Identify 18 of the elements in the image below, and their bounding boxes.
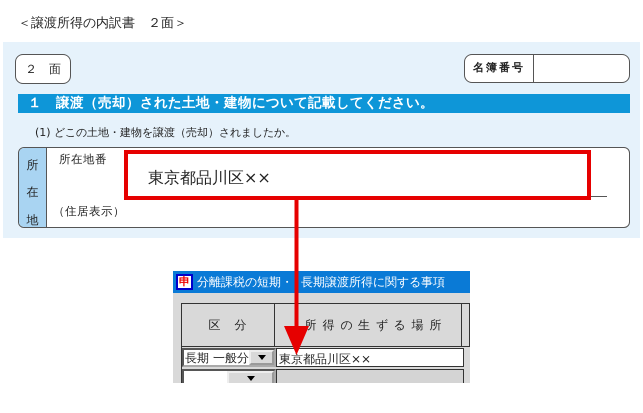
address-label: （住居表示）: [53, 202, 126, 220]
category-select[interactable]: [182, 369, 276, 383]
place-field[interactable]: 東京都品川区××: [276, 348, 464, 367]
page-number-box: ２ 面: [15, 54, 71, 84]
dropdown-arrow-icon: [247, 376, 255, 381]
lot-label: 所在地番: [59, 150, 108, 168]
register-label: 名簿番号: [465, 55, 534, 82]
category-select[interactable]: 長期 一般分: [182, 348, 276, 367]
question-text: (1) どこの土地・建物を譲渡（売却）されましたか。: [35, 125, 298, 141]
callout-text: 東京都品川区××: [148, 168, 271, 187]
column-header: 区 分: [182, 304, 275, 347]
location-label: 所在地: [26, 156, 38, 226]
window-title: 長期譲渡所得に関する事項: [301, 274, 445, 291]
app-icon: 申: [176, 274, 193, 290]
section-title: １ 譲渡（売却）された土地・建物について記載してください。: [18, 94, 630, 113]
page-heading: ＜譲渡所得の内訳書 ２面＞: [18, 16, 187, 31]
window-title: 分離課税の短期・: [197, 274, 293, 291]
dropdown-arrow-icon: [258, 355, 266, 360]
